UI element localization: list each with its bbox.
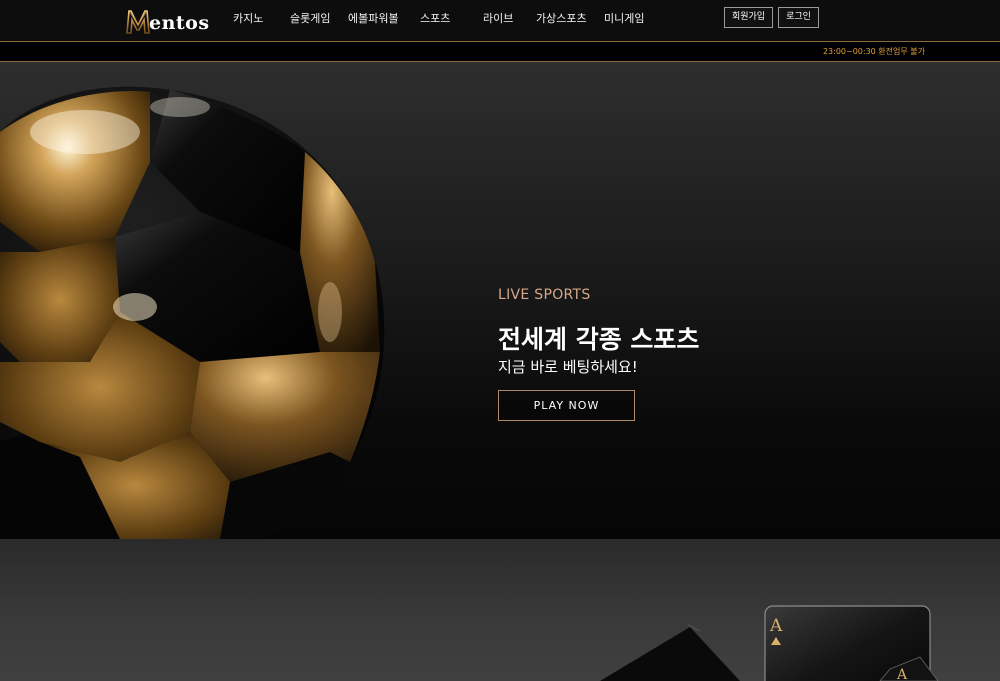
- nav-item-mini-game[interactable]: 미니게임: [604, 10, 644, 26]
- notice-text: 23:00~00:30 환전업무 불가: [822, 47, 925, 56]
- logo-text: entos: [149, 12, 210, 34]
- play-now-button[interactable]: PLAY NOW: [498, 390, 635, 421]
- svg-text:A: A: [896, 667, 908, 681]
- logo[interactable]: entos: [126, 4, 210, 34]
- hero-subtitle: LIVE SPORTS: [498, 287, 591, 303]
- playing-cards-icon: A A: [600, 605, 939, 681]
- logo-m-icon: [126, 8, 150, 34]
- signup-button[interactable]: 회원가입: [724, 7, 773, 28]
- nav-item-virtual-sports[interactable]: 가상스포츠: [536, 10, 587, 26]
- nav-item-slot[interactable]: 슬롯게임: [290, 10, 330, 26]
- casino-section: A A: [0, 539, 1000, 681]
- site-header: entos 카지노 슬롯게임 에볼파워볼 스포츠 라이브 가상스포츠 미니게임 …: [0, 0, 1000, 40]
- hero-banner: LIVE SPORTS 전세계 각종 스포츠 지금 바로 베팅하세요! PLAY…: [0, 62, 1000, 539]
- notice-bar: 23:00~00:30 환전업무 불가: [0, 41, 1000, 62]
- nav-item-sports[interactable]: 스포츠: [420, 10, 450, 26]
- svg-text:A: A: [769, 616, 783, 636]
- hero-title: 전세계 각종 스포츠: [498, 325, 700, 354]
- soccer-ball-icon: [0, 86, 385, 539]
- nav-item-live[interactable]: 라이브: [483, 10, 513, 26]
- hero-description: 지금 바로 베팅하세요!: [498, 358, 638, 376]
- login-button[interactable]: 로그인: [778, 7, 819, 28]
- nav-item-powerball[interactable]: 에볼파워볼: [348, 10, 399, 26]
- nav-item-casino[interactable]: 카지노: [233, 10, 263, 26]
